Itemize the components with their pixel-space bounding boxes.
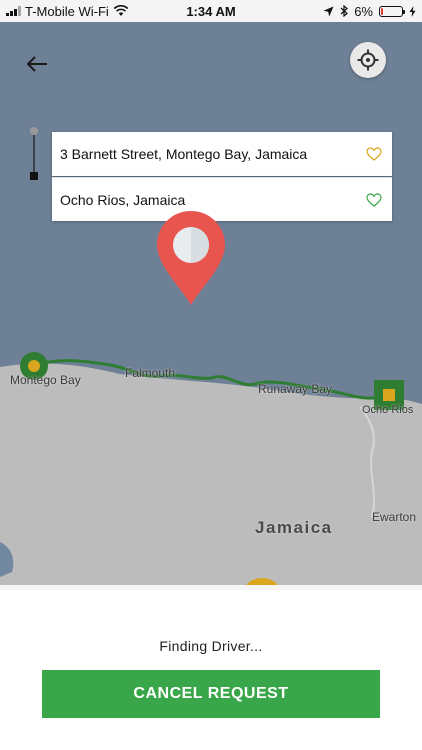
bottom-panel: Finding Driver... CANCEL REQUEST bbox=[0, 590, 422, 750]
map-label-ewarton: Ewarton bbox=[372, 510, 417, 524]
map-pin-icon bbox=[157, 211, 225, 305]
battery-percent: 6% bbox=[354, 3, 373, 19]
battery-level bbox=[381, 7, 383, 15]
map-label-jamaica: Jamaica bbox=[255, 518, 333, 537]
pickup-address-text: 3 Barnett Street, Montego Bay, Jamaica bbox=[60, 146, 308, 162]
map-view[interactable]: Montego Bay Falmouth Runaway Bay Ocho Ri… bbox=[0, 22, 422, 595]
battery-icon bbox=[379, 5, 405, 17]
heart-outline-icon[interactable] bbox=[366, 192, 382, 207]
route-indicator-icon bbox=[30, 127, 38, 180]
cancel-request-button[interactable]: CANCEL REQUEST bbox=[42, 670, 380, 718]
map-canvas bbox=[0, 22, 422, 595]
arrow-left-icon bbox=[26, 56, 47, 72]
signal-strength-icon bbox=[6, 6, 21, 16]
map-label-falmouth: Falmouth bbox=[125, 366, 176, 380]
map-label-montego-bay: Montego Bay bbox=[10, 373, 81, 387]
origin-marker-dot bbox=[28, 360, 40, 372]
pickup-address-field[interactable]: 3 Barnett Street, Montego Bay, Jamaica bbox=[52, 132, 392, 176]
locate-me-button[interactable] bbox=[350, 42, 386, 78]
location-arrow-icon bbox=[323, 6, 334, 16]
bluetooth-icon bbox=[340, 5, 349, 17]
carrier-name: T-Mobile Wi-Fi bbox=[25, 3, 109, 19]
crosshair-icon bbox=[357, 49, 379, 71]
map-label-runaway-bay: Runaway Bay bbox=[258, 382, 333, 396]
heart-outline-icon[interactable] bbox=[366, 147, 382, 161]
back-button[interactable] bbox=[22, 52, 52, 76]
destination-marker-inner bbox=[383, 389, 395, 401]
finding-driver-status: Finding Driver... bbox=[159, 638, 263, 654]
charging-bolt-icon bbox=[409, 5, 416, 17]
status-bar: T-Mobile Wi-Fi 1:34 AM 6% bbox=[0, 0, 422, 22]
map-label-ocho-rios: Ocho Rios bbox=[362, 404, 414, 416]
wifi-icon bbox=[113, 5, 129, 16]
status-right: 6% bbox=[323, 4, 416, 19]
dropoff-address-text: Ocho Rios, Jamaica bbox=[60, 191, 186, 208]
